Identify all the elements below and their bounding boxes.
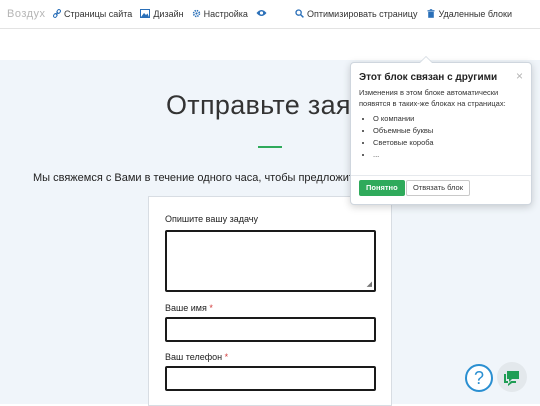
close-icon[interactable]: × [516,69,523,83]
unlink-block-button[interactable]: Отвязать блок [406,180,470,196]
top-toolbar: Воздух Страницы сайта Дизайн Настройка О… [0,0,540,29]
toolbar-preview[interactable] [256,9,270,19]
list-item: Световые короба [373,137,434,149]
image-icon [140,8,151,20]
toolbar-site-pages[interactable]: Страницы сайта [53,8,133,20]
toolbar-right-group: Оптимизировать страницу Удаленные блоки [285,8,512,20]
phone-input[interactable] [165,366,376,391]
eye-icon [256,9,267,19]
task-label: Опишите вашу задачу [165,214,258,224]
toolbar-settings[interactable]: Настройка [192,9,248,20]
linked-block-popover: Этот блок связан с другими × Изменения в… [350,56,532,205]
toolbar-deleted-blocks[interactable]: Удаленные блоки [427,8,512,20]
popover-text: Изменения в этом блоке автоматически поя… [359,88,506,108]
phone-label: Ваш телефон * [165,352,228,362]
popover-divider [351,175,531,176]
help-button[interactable]: ? [465,364,493,392]
chat-button[interactable] [497,362,527,392]
toolbar-site-pages-label: Страницы сайта [64,9,133,19]
ok-button[interactable]: Понятно [359,180,405,196]
list-item: Объемные буквы [373,125,434,137]
trash-icon [427,8,435,20]
search-icon [295,8,304,20]
phone-label-text: Ваш телефон [165,352,223,362]
section-title: Отправьте заяв [166,90,366,120]
linked-pages-list: О компании Объемные буквы Световые короб… [359,113,434,161]
toolbar-optimize-page-label: Оптимизировать страницу [306,9,418,19]
title-underline [258,146,282,148]
name-label-text: Ваше имя [165,303,207,313]
list-item: ... [373,149,434,161]
popover-title: Этот блок связан с другими [359,72,498,83]
link-icon [53,8,61,20]
task-label-text: Опишите вашу задачу [165,214,258,224]
toolbar-design-label: Дизайн [153,9,184,19]
task-textarea[interactable]: ◢ [165,230,376,292]
required-mark: * [209,303,213,313]
toolbar-deleted-blocks-label: Удаленные блоки [438,9,512,19]
toolbar-optimize-page[interactable]: Оптимизировать страницу [295,8,418,20]
chat-icon [497,371,527,396]
toolbar-design[interactable]: Дизайн [140,8,184,20]
app-logo: Воздух [7,8,46,20]
list-item: О компании [373,113,434,125]
name-label: Ваше имя * [165,303,213,313]
resize-grip-icon[interactable]: ◢ [367,280,372,288]
gear-icon [192,9,201,20]
name-input[interactable] [165,317,376,342]
required-mark: * [224,352,229,362]
request-form: Опишите вашу задачу ◢ Ваше имя * Ваш тел… [148,196,392,406]
toolbar-settings-label: Настройка [203,9,248,19]
section-subtitle: Мы свяжемся с Вами в течение одного часа… [33,172,375,184]
